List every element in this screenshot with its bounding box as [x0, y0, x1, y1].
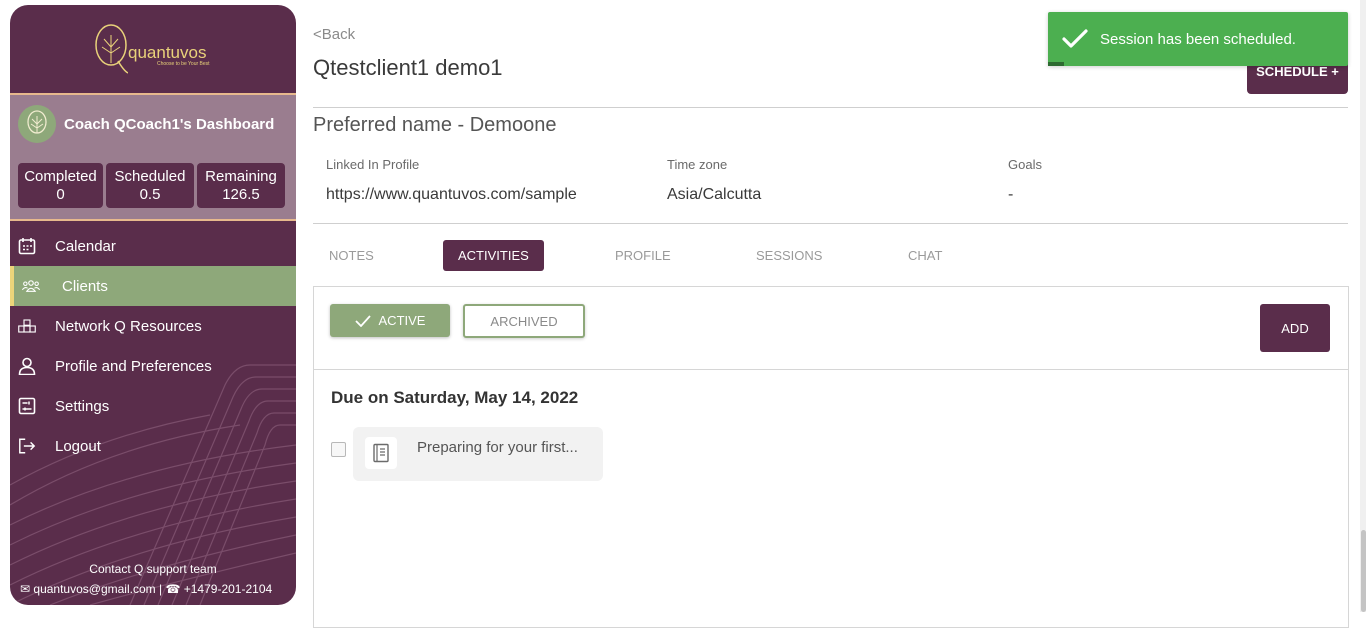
checkmark-icon	[1062, 28, 1088, 50]
session-stats: Completed 0 Scheduled 0.5 Remaining 126.…	[18, 163, 285, 208]
divider	[314, 369, 1348, 370]
linkedin-label: Linked In Profile	[326, 157, 420, 172]
quantuvos-logo-icon	[95, 24, 128, 74]
sidebar-item-clients[interactable]: Clients	[10, 266, 296, 306]
contact-phone[interactable]: +1479-201-2104	[184, 582, 272, 596]
archived-filter-button[interactable]: ARCHIVED	[463, 304, 585, 338]
contact-title: Contact Q support team	[89, 562, 217, 576]
tab-profile[interactable]: PROFILE	[615, 240, 671, 271]
brand-header: quantuvos Choose to be Your Best	[10, 5, 296, 95]
sidebar-item-label: Settings	[55, 397, 110, 415]
sidebar-item-network-q-resources[interactable]: Network Q Resources	[10, 306, 296, 346]
sidebar: quantuvos Choose to be Your Best Coach Q…	[10, 5, 296, 605]
settings-icon	[18, 397, 36, 415]
timezone-value: Asia/Calcutta	[667, 186, 762, 203]
sidebar-item-logout[interactable]: Logout	[10, 426, 296, 466]
stat-label: Remaining	[205, 168, 277, 185]
avatar	[18, 105, 56, 143]
active-filter-label: ACTIVE	[378, 313, 426, 328]
user-icon	[18, 357, 36, 375]
mail-icon: ✉	[20, 582, 31, 596]
tree-avatar-icon	[27, 110, 47, 134]
brand-name: quantuvos	[128, 43, 207, 62]
due-date-heading: Due on Saturday, May 14, 2022	[331, 388, 579, 407]
activity-card[interactable]: Preparing for your first...	[353, 427, 603, 481]
divider	[313, 223, 1348, 224]
stat-remaining: Remaining 126.5	[197, 163, 285, 208]
scrollbar-thumb[interactable]	[1361, 530, 1366, 612]
sidebar-item-calendar[interactable]: Calendar	[10, 226, 296, 266]
logout-icon	[18, 437, 36, 455]
add-activity-button[interactable]: ADD	[1260, 304, 1330, 352]
stat-scheduled: Scheduled 0.5	[106, 163, 194, 208]
brand-tagline: Choose to be Your Best	[157, 61, 210, 67]
tab-notes[interactable]: NOTES	[329, 240, 374, 271]
phone-icon: ☎	[165, 582, 181, 596]
stat-value: 126.5	[222, 186, 260, 203]
sidebar-item-profile-and-preferences[interactable]: Profile and Preferences	[10, 346, 296, 386]
calendar-icon	[18, 237, 36, 255]
goals-label: Goals	[1008, 157, 1042, 172]
stat-value: 0	[56, 186, 65, 203]
tab-chat[interactable]: CHAT	[908, 240, 942, 271]
notebook-icon	[365, 437, 397, 469]
active-filter-button[interactable]: ACTIVE	[330, 304, 450, 337]
check-icon	[354, 314, 371, 327]
timezone-label: Time zone	[667, 157, 728, 172]
stat-label: Scheduled	[114, 168, 186, 185]
sidebar-item-label: Network Q Resources	[55, 317, 202, 335]
sidebar-item-label: Calendar	[55, 237, 116, 255]
page-title: Qtestclient1 demo1	[313, 55, 503, 80]
toast-progress-bar	[1048, 62, 1064, 66]
preferred-name: Preferred name - Demoone	[313, 114, 557, 136]
network-icon	[18, 317, 36, 335]
sidebar-nav: Calendar Clients Network Q Resources Pro…	[10, 226, 296, 466]
users-icon	[22, 277, 40, 295]
activity-title: Preparing for your first...	[417, 439, 578, 456]
activities-panel: ACTIVE ARCHIVED ADD Due on Saturday, May…	[313, 286, 1349, 628]
contact-email[interactable]: quantuvos@gmail.com	[33, 582, 155, 596]
stat-label: Completed	[24, 168, 97, 185]
tab-sessions[interactable]: SESSIONS	[756, 240, 822, 271]
contact-details: ✉ quantuvos@gmail.com | ☎ +1479-201-2104	[20, 582, 272, 596]
sidebar-item-label: Logout	[55, 437, 101, 455]
coach-profile-box: Coach QCoach1's Dashboard Completed 0 Sc…	[10, 95, 296, 221]
stat-value: 0.5	[139, 186, 161, 203]
toast-message: Session has been scheduled.	[1100, 30, 1296, 48]
sidebar-item-settings[interactable]: Settings	[10, 386, 296, 426]
sidebar-item-label: Profile and Preferences	[55, 357, 212, 375]
page-scrollbar[interactable]	[1360, 0, 1366, 612]
activity-checkbox[interactable]	[331, 442, 346, 457]
back-link[interactable]: <Back	[313, 26, 355, 43]
toast-notification[interactable]: Session has been scheduled.	[1048, 12, 1348, 66]
linkedin-value[interactable]: https://www.quantuvos.com/sample	[326, 186, 577, 204]
tab-activities[interactable]: ACTIVITIES	[443, 240, 544, 271]
goals-value: -	[1008, 186, 1014, 203]
dashboard-title: Coach QCoach1's Dashboard	[64, 116, 275, 133]
stat-completed: Completed 0	[18, 163, 103, 208]
sidebar-item-label: Clients	[62, 277, 108, 295]
divider	[313, 107, 1348, 108]
